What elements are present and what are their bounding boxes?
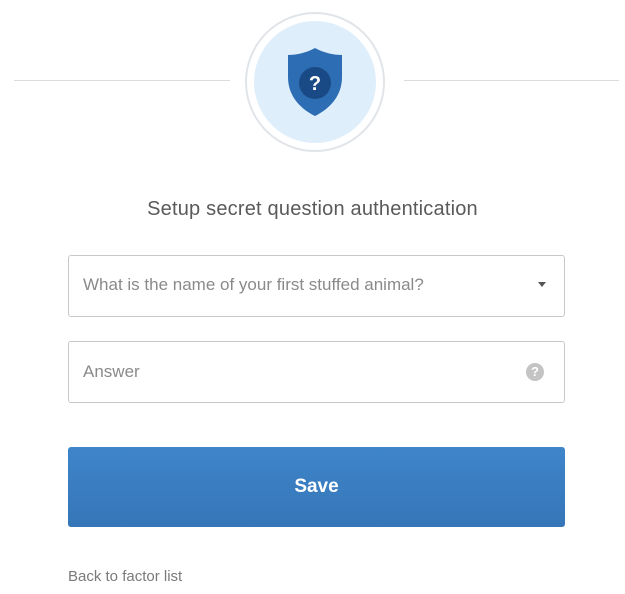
answer-input[interactable]: [70, 343, 510, 401]
shield-glyph: ?: [309, 73, 321, 95]
save-button[interactable]: Save: [68, 447, 565, 527]
factor-badge-background: ?: [254, 21, 376, 143]
header-divider-right: [404, 80, 619, 81]
back-to-factor-list-link[interactable]: Back to factor list: [68, 568, 182, 585]
factor-badge: ?: [245, 12, 385, 152]
answer-field-container: ?: [68, 341, 565, 403]
help-icon[interactable]: ?: [526, 363, 544, 381]
shield-question-icon: ?: [285, 47, 345, 117]
secret-question-selected-value: What is the name of your first stuffed a…: [83, 275, 424, 294]
secret-question-setup-page: ? Setup secret question authentication W…: [0, 0, 625, 594]
page-title: Setup secret question authentication: [147, 198, 478, 220]
chevron-down-icon: [538, 282, 546, 287]
header-divider-left: [14, 80, 230, 81]
secret-question-select[interactable]: What is the name of your first stuffed a…: [68, 255, 565, 317]
